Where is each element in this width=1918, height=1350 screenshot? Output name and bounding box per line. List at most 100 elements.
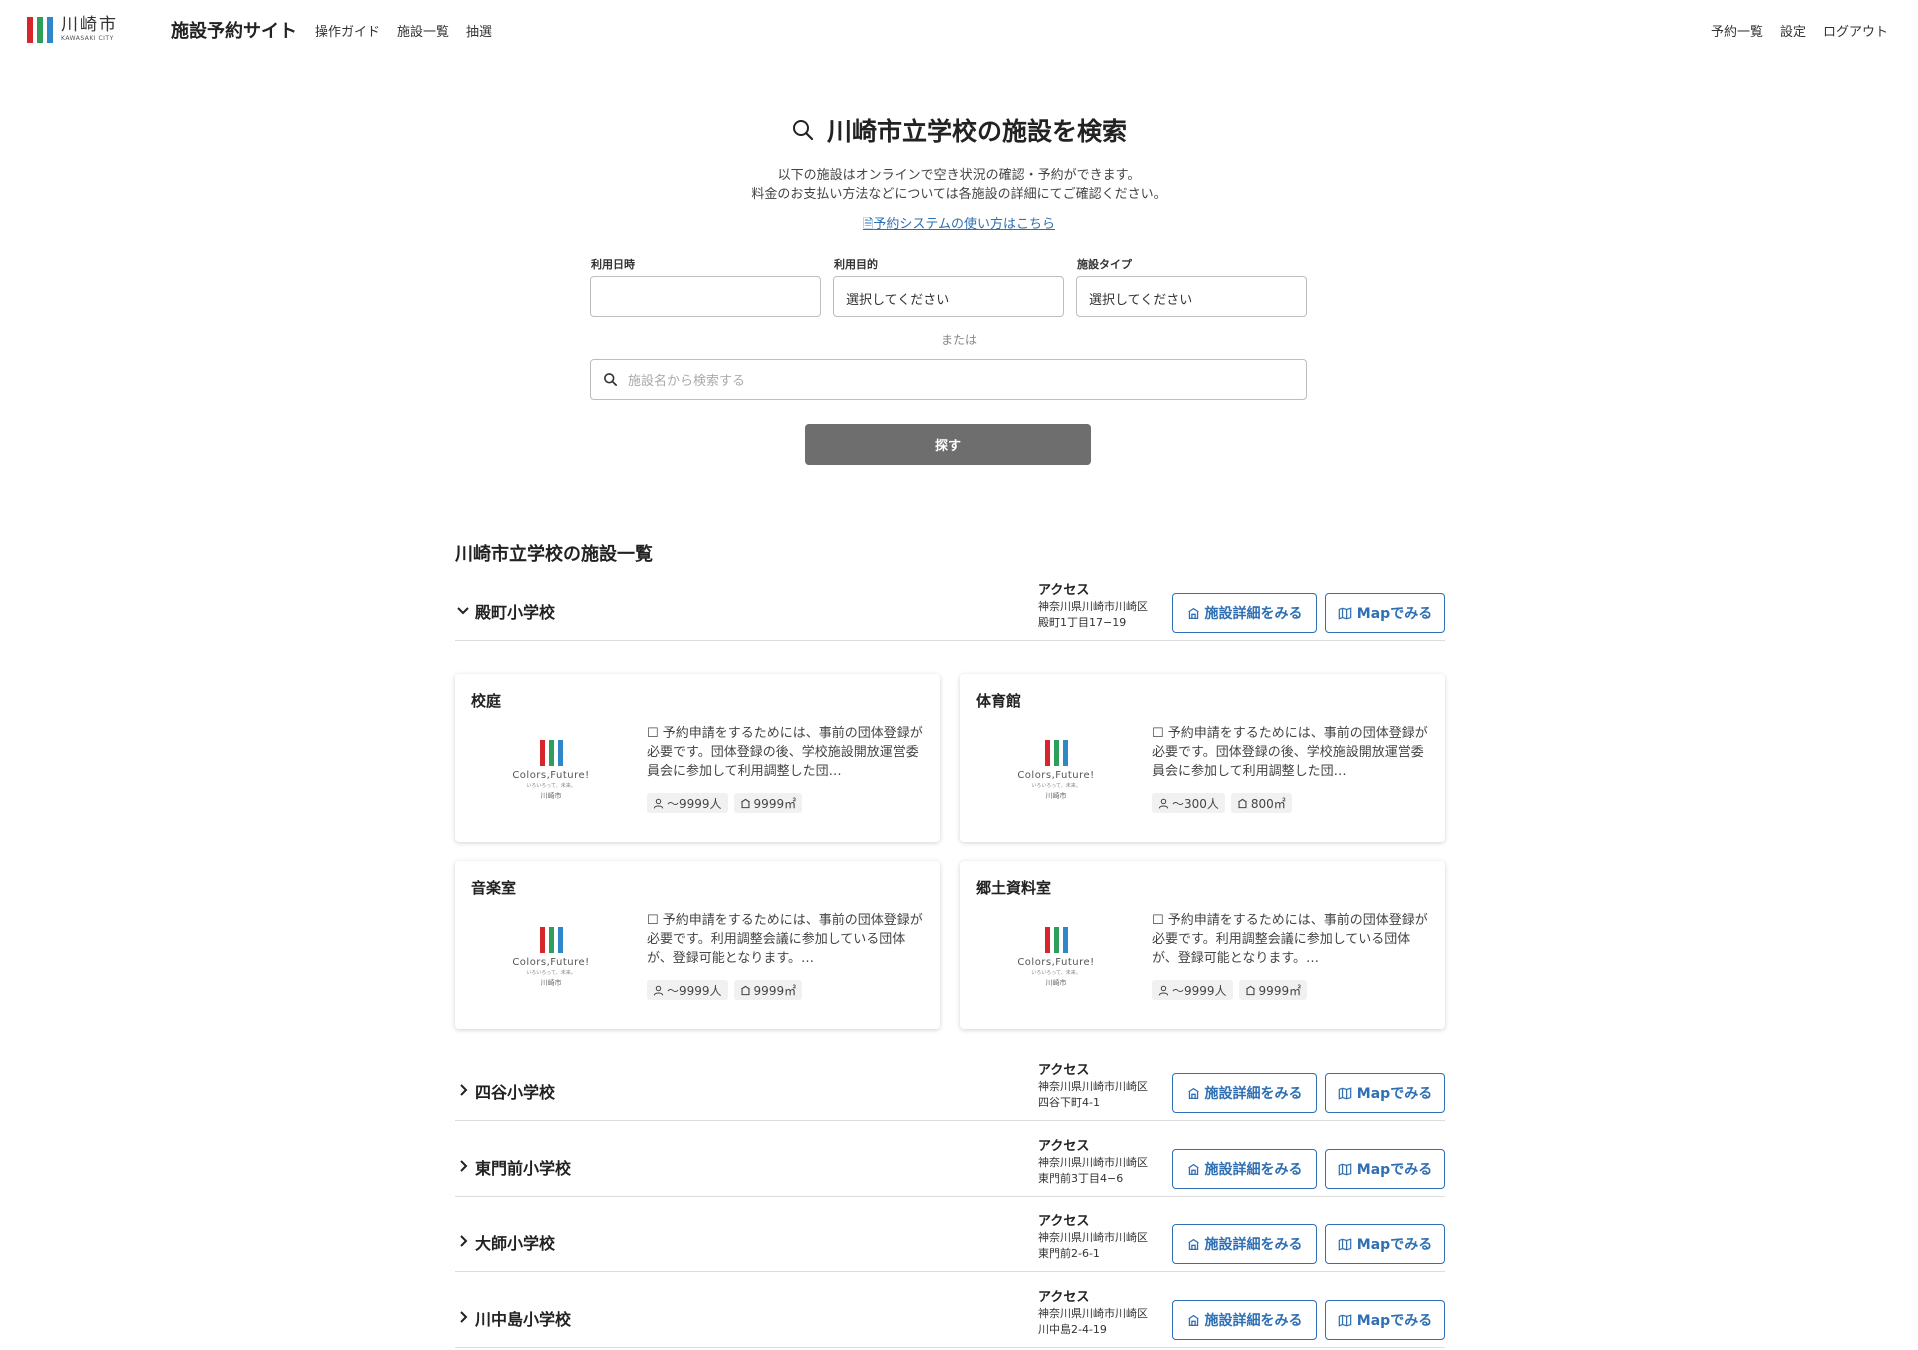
colors-future-logo: Colors,Future! いろいろって、未来。 川崎市 xyxy=(507,740,595,810)
logo-en: KAWASAKI CITY xyxy=(61,35,114,42)
building-icon xyxy=(740,798,750,808)
school-name[interactable]: 四谷小学校 xyxy=(475,1079,555,1103)
area-value: 9999㎡ xyxy=(753,983,797,998)
map-button-label: Mapでみる xyxy=(1356,1086,1433,1102)
nav-facility-list[interactable]: 施設一覧 xyxy=(397,21,449,40)
address-line-2: 殿町1丁目17−19 xyxy=(1038,616,1127,629)
chevron-right-icon[interactable] xyxy=(455,1233,471,1249)
search-button[interactable]: 探す xyxy=(805,424,1091,465)
search-placeholder: 施設名から検索する xyxy=(628,374,746,389)
school-name[interactable]: 殿町小学校 xyxy=(475,599,555,623)
access-info: アクセス 神奈川県川崎市川崎区 四谷下町4-1 xyxy=(1038,1063,1148,1111)
logo-subtext: いろいろって、未来。 xyxy=(1031,970,1081,976)
map-button[interactable]: Mapでみる xyxy=(1325,593,1445,633)
school-row[interactable]: 東門前小学校 アクセス 神奈川県川崎市川崎区 東門前3丁目4−6 施設詳細をみる Mapで… xyxy=(455,1139,1445,1197)
capacity-value: 〜9999人 xyxy=(667,796,722,811)
checkbox-icon: ☐ xyxy=(647,913,663,928)
school-row[interactable]: 四谷小学校 アクセス 神奈川県川崎市川崎区 四谷下町4-1 施設詳細をみる Mapでみる xyxy=(455,1063,1445,1121)
school-row[interactable]: 大師小学校 アクセス 神奈川県川崎市川崎区 東門前2-6-1 施設詳細をみる Mapでみる xyxy=(455,1214,1445,1272)
or-divider: または xyxy=(940,333,977,347)
nav-right: 予約一覧 設定 ログアウト xyxy=(1711,21,1888,40)
nav-settings[interactable]: 設定 xyxy=(1780,21,1806,40)
school-row[interactable]: 殿町小学校 アクセス 神奈川県川崎市川崎区 殿町1丁目17−19 施設詳細をみる Mapで… xyxy=(455,583,1445,641)
facility-card[interactable]: 郷土資料室 Colors,Future! いろいろって、未来。 川崎市 ☐ 予約申請をす… xyxy=(960,861,1445,1029)
school-name[interactable]: 川中島小学校 xyxy=(475,1306,571,1330)
person-icon xyxy=(1158,985,1169,995)
access-label: アクセス xyxy=(1038,1214,1090,1229)
map-button[interactable]: Mapでみる xyxy=(1325,1073,1445,1113)
chevron-down-icon[interactable] xyxy=(455,602,471,618)
facility-description-text: 予約申請をするためには、事前の団体登録が必要です。団体登録の後、学校施設開放運営… xyxy=(647,726,923,779)
building-icon xyxy=(1187,1087,1199,1099)
purpose-select[interactable]: 選択してください xyxy=(833,276,1064,317)
area-badge: 9999㎡ xyxy=(733,980,803,1000)
facility-detail-button[interactable]: 施設詳細をみる xyxy=(1172,1149,1317,1189)
map-button[interactable]: Mapでみる xyxy=(1325,1300,1445,1340)
kawasaki-city-logo[interactable]: 川崎市 KAWASAKI CITY xyxy=(27,15,118,45)
checkbox-icon: ☐ xyxy=(1152,913,1168,928)
facility-list-title: 川崎市立学校の施設一覧 xyxy=(455,544,653,565)
area-value: 9999㎡ xyxy=(1258,983,1302,998)
site-title[interactable]: 施設予約サイト xyxy=(171,17,297,43)
map-button-label: Mapでみる xyxy=(1356,1237,1433,1253)
logo-city: 川崎市 xyxy=(540,792,562,800)
building-icon xyxy=(1245,985,1255,995)
school-name[interactable]: 大師小学校 xyxy=(475,1230,555,1254)
map-button[interactable]: Mapでみる xyxy=(1325,1149,1445,1189)
address-line-1: 神奈川県川崎市川崎区 xyxy=(1038,1307,1148,1320)
area-badge: 9999㎡ xyxy=(733,793,803,813)
address-line-2: 四谷下町4-1 xyxy=(1038,1096,1100,1109)
date-label: 利用日時 xyxy=(591,258,635,271)
building-icon xyxy=(1187,607,1199,619)
facility-detail-button[interactable]: 施設詳細をみる xyxy=(1172,1073,1317,1113)
building-icon xyxy=(740,985,750,995)
capacity-value: 〜9999人 xyxy=(667,983,722,998)
nav-lottery[interactable]: 抽選 xyxy=(466,21,492,40)
capacity-badge: 〜9999人 xyxy=(1152,980,1233,1000)
nav-guide[interactable]: 操作ガイド xyxy=(315,21,380,40)
capacity-value: 〜9999人 xyxy=(1172,983,1227,998)
date-field[interactable] xyxy=(590,276,821,317)
facility-description: ☐ 予約申請をするためには、事前の団体登録が必要です。団体登録の後、学校施設開放… xyxy=(1152,724,1430,781)
address-line-1: 神奈川県川崎市川崎区 xyxy=(1038,600,1148,613)
map-icon xyxy=(1338,606,1352,620)
nav-logout[interactable]: ログアウト xyxy=(1823,21,1888,40)
facility-card[interactable]: 音楽室 Colors,Future! いろいろって、未来。 川崎市 ☐ 予約申請をするた… xyxy=(455,861,940,1029)
capacity-badge: 〜9999人 xyxy=(647,980,728,1000)
facility-card[interactable]: 校庭 Colors,Future! いろいろって、未来。 川崎市 ☐ 予約申請をするため… xyxy=(455,674,940,842)
nav-reservations[interactable]: 予約一覧 xyxy=(1711,21,1763,40)
map-icon xyxy=(1338,1237,1352,1251)
chevron-right-icon[interactable] xyxy=(455,1309,471,1325)
colors-future-logo: Colors,Future! いろいろって、未来。 川崎市 xyxy=(1012,740,1100,810)
capacity-value: 〜300人 xyxy=(1172,796,1219,811)
school-name[interactable]: 東門前小学校 xyxy=(475,1155,571,1179)
guide-link[interactable]: 🗎予約システムの使い方はこちら xyxy=(0,213,1918,237)
facility-description: ☐ 予約申請をするためには、事前の団体登録が必要です。利用調整会議に参加している… xyxy=(1152,911,1430,968)
facility-detail-button[interactable]: 施設詳細をみる xyxy=(1172,1300,1317,1340)
type-label: 施設タイプ xyxy=(1077,258,1132,271)
facility-detail-label: 施設詳細をみる xyxy=(1204,1162,1303,1178)
logo-slogan: Colors,Future! xyxy=(1017,770,1095,781)
map-icon xyxy=(1338,1162,1352,1176)
map-icon xyxy=(1338,1313,1352,1327)
access-info: アクセス 神奈川県川崎市川崎区 川中島2-4-19 xyxy=(1038,1290,1148,1338)
colors-future-logo: Colors,Future! いろいろって、未来。 川崎市 xyxy=(507,927,595,997)
facility-detail-button[interactable]: 施設詳細をみる xyxy=(1172,593,1317,633)
facility-name-search-input[interactable]: 施設名から検索する xyxy=(590,359,1307,400)
facility-detail-button[interactable]: 施設詳細をみる xyxy=(1172,1224,1317,1264)
chevron-right-icon[interactable] xyxy=(455,1158,471,1174)
facility-type-select[interactable]: 選択してください xyxy=(1076,276,1307,317)
chevron-right-icon[interactable] xyxy=(455,1082,471,1098)
area-value: 800㎡ xyxy=(1250,796,1286,811)
nav-left: 操作ガイド 施設一覧 抽選 xyxy=(315,21,492,40)
logo-slogan: Colors,Future! xyxy=(512,957,590,968)
map-button[interactable]: Mapでみる xyxy=(1325,1224,1445,1264)
facility-detail-label: 施設詳細をみる xyxy=(1204,1086,1303,1102)
intro-line-1: 以下の施設はオンラインで空き状況の確認・予約ができます。 xyxy=(777,168,1141,183)
school-row[interactable]: 川中島小学校 アクセス 神奈川県川崎市川崎区 川中島2-4-19 施設詳細をみる Mapで… xyxy=(455,1290,1445,1348)
facility-description: ☐ 予約申請をするためには、事前の団体登録が必要です。利用調整会議に参加している… xyxy=(647,911,925,968)
access-label: アクセス xyxy=(1038,1139,1090,1154)
facility-card[interactable]: 体育館 Colors,Future! いろいろって、未来。 川崎市 ☐ 予約申請をするた… xyxy=(960,674,1445,842)
logo-bars xyxy=(27,17,53,43)
facility-detail-label: 施設詳細をみる xyxy=(1204,1313,1303,1329)
